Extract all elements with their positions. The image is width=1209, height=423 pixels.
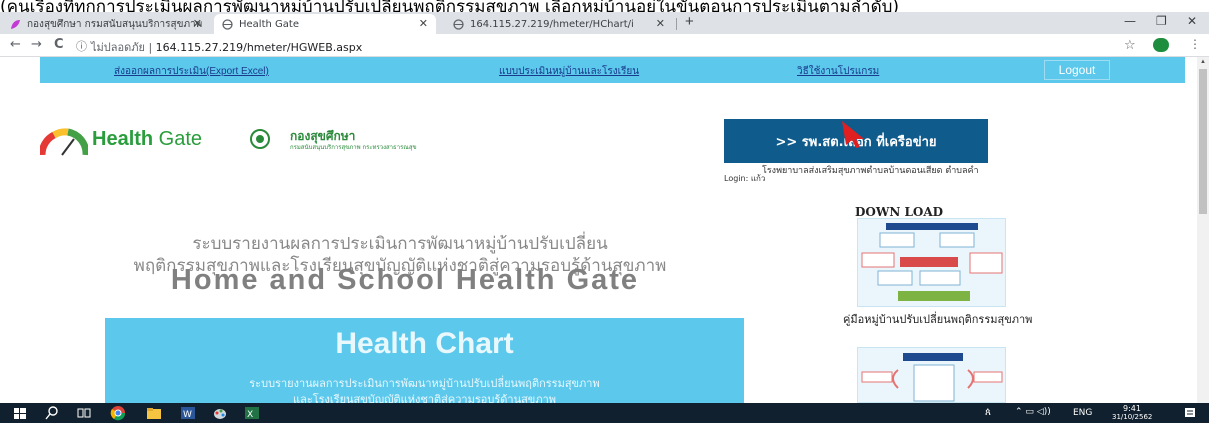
windows-taskbar: W X ጰ ⌃ ▭ ◁)) ENG 9:41 31/10/2562 bbox=[0, 403, 1209, 423]
document-caption-text: (คนเรื่องที่ทุกการประเมินผลการพัฒนาหมู่บ… bbox=[0, 0, 900, 12]
login-user-label: Login: แก้ว bbox=[724, 174, 766, 183]
brand-gate: Gate bbox=[153, 128, 203, 150]
ministry-emblem-icon bbox=[250, 129, 270, 149]
tab-close-icon[interactable]: ✕ bbox=[193, 17, 202, 30]
manual-flowchart-image bbox=[861, 223, 1003, 301]
chrome-icon[interactable] bbox=[110, 405, 126, 421]
new-tab-button[interactable]: + bbox=[685, 13, 694, 30]
health-chart-panel[interactable]: Health Chart ระบบรายงานผลการประเมินการพั… bbox=[105, 318, 744, 403]
health-gate-logo-text: Health Gate bbox=[92, 128, 202, 151]
excel-icon[interactable]: X bbox=[244, 405, 260, 421]
red-pointer-arrow-icon bbox=[842, 121, 864, 148]
profile-avatar-icon[interactable] bbox=[1153, 38, 1169, 52]
info-icon[interactable]: ⓘ bbox=[76, 38, 87, 54]
bookmark-star-icon[interactable]: ☆ bbox=[1124, 37, 1136, 53]
download-heading: DOWN LOAD bbox=[855, 205, 944, 219]
svg-text:X: X bbox=[247, 410, 253, 420]
page-content: ส่งออกผลการประเมิน(Export Excel) แบบประเ… bbox=[0, 57, 1197, 403]
tab-health-gate[interactable]: Health Gate ✕ bbox=[214, 14, 436, 34]
browser-menu-icon[interactable]: ⋮ bbox=[1189, 37, 1201, 51]
top-navigation-bar: ส่งออกผลการประเมิน(Export Excel) แบบประเ… bbox=[40, 57, 1185, 83]
home-school-health-gate-title: Home and School Health Gate bbox=[170, 264, 640, 296]
file-explorer-icon[interactable] bbox=[146, 405, 162, 421]
tab-title: Health Gate bbox=[239, 18, 299, 30]
back-arrow-icon[interactable]: ← bbox=[10, 37, 21, 52]
assessment-form-link[interactable]: แบบประเมินหมู่บ้านและโรงเรียน bbox=[499, 64, 639, 79]
forward-arrow-icon[interactable]: → bbox=[31, 37, 42, 52]
page-scrollbar[interactable]: ▲ bbox=[1197, 57, 1209, 403]
tab-separator bbox=[676, 18, 677, 30]
tab-placeholder bbox=[228, 14, 236, 34]
minimize-button[interactable]: — bbox=[1124, 14, 1136, 28]
url-divider: | bbox=[148, 41, 156, 54]
tab-close-icon[interactable]: ✕ bbox=[656, 17, 665, 30]
close-window-button[interactable]: ✕ bbox=[1187, 14, 1197, 28]
tab-title: กองสุขศึกษา กรมสนับสนุนบริการสุขภาพ bbox=[27, 18, 203, 30]
reload-icon[interactable]: C bbox=[54, 37, 64, 52]
howto-link[interactable]: วิธีใช้งานโปรแกรม bbox=[797, 64, 879, 79]
manual-village-caption[interactable]: คู่มือหมู่บ้านปรับเปลี่ยนพฤติกรรมสุขภาพ bbox=[843, 310, 1032, 328]
tab-hchart[interactable]: 164.115.27.219/hmeter/HChart/i ✕ bbox=[445, 14, 673, 34]
globe-favicon-icon bbox=[453, 18, 464, 30]
brand-health: Health bbox=[92, 128, 154, 150]
url-text: 164.115.27.219/hmeter/HGWEB.aspx bbox=[155, 41, 363, 54]
clock-time[interactable]: 9:41 bbox=[1123, 404, 1141, 413]
tab-kongsuksuksa[interactable]: กองสุขศึกษา กรมสนับสนุนบริการสุขภาพ ✕ bbox=[2, 14, 210, 34]
manual-village-thumbnail[interactable] bbox=[857, 218, 1006, 307]
health-chart-subtitle-line2: และโรงเรียนสุขบัญญัติแห่งชาติสู่ความรอบร… bbox=[293, 393, 556, 403]
search-icon[interactable] bbox=[44, 405, 60, 421]
task-view-icon[interactable] bbox=[76, 405, 92, 421]
tab-close-icon[interactable]: ✕ bbox=[419, 17, 428, 30]
tab-title: 164.115.27.219/hmeter/HChart/i bbox=[470, 18, 634, 30]
maximize-button[interactable]: ❐ bbox=[1156, 14, 1167, 28]
input-language-indicator[interactable]: ENG bbox=[1073, 408, 1092, 418]
address-bar: ← → C ⓘ ไม่ปลอดภัย | 164.115.27.219/hmet… bbox=[0, 34, 1209, 57]
manual-school-image bbox=[861, 364, 1003, 402]
url-field[interactable]: ไม่ปลอดภัย | 164.115.27.219/hmeter/HGWEB… bbox=[91, 38, 362, 56]
scroll-up-arrow-icon[interactable]: ▲ bbox=[1200, 59, 1206, 65]
scrollbar-thumb[interactable] bbox=[1199, 69, 1207, 214]
security-label: ไม่ปลอดภัย bbox=[91, 41, 145, 54]
health-chart-title: Health Chart bbox=[335, 327, 514, 360]
hospital-name-label: โรงพยาบาลส่งเสริมสุขภาพตำบลบ้านดอนเสียด … bbox=[762, 166, 979, 176]
word-icon[interactable]: W bbox=[180, 405, 196, 421]
svg-text:W: W bbox=[183, 410, 192, 420]
health-gate-gauge-icon bbox=[40, 128, 88, 156]
clock-date[interactable]: 31/10/2562 bbox=[1112, 413, 1152, 421]
notification-center-icon[interactable] bbox=[1182, 405, 1198, 421]
document-caption-strip: (คนเรื่องที่ทุกการประเมินผลการพัฒนาหมู่บ… bbox=[0, 0, 1209, 12]
people-icon[interactable]: ጰ bbox=[985, 407, 991, 418]
paint-icon[interactable] bbox=[212, 405, 228, 421]
system-tray-icons[interactable]: ⌃ ▭ ◁)) bbox=[1015, 407, 1051, 417]
leaf-favicon-icon bbox=[10, 19, 21, 30]
export-excel-link[interactable]: ส่งออกผลการประเมิน(Export Excel) bbox=[114, 64, 269, 79]
department-subtitle: กรมสนับสนุนบริการสุขภาพ กระทรวงสาธารณสุข bbox=[290, 144, 417, 151]
manual-school-thumbnail[interactable] bbox=[857, 347, 1006, 403]
windows-start-icon[interactable] bbox=[12, 405, 28, 421]
logout-button[interactable]: Logout bbox=[1044, 60, 1110, 80]
